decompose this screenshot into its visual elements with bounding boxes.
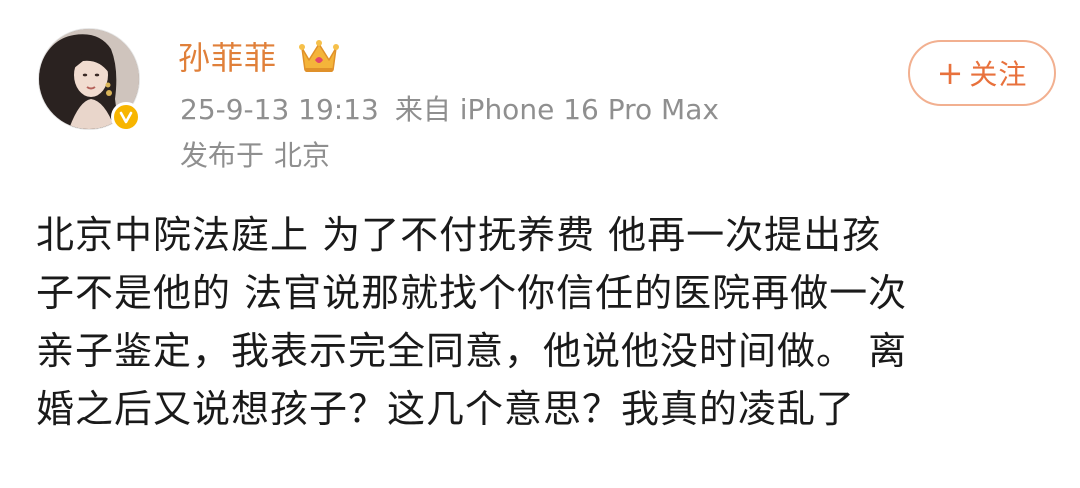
post-timestamp: 25-9-13 19:13 bbox=[180, 93, 379, 126]
crown-icon bbox=[299, 40, 339, 72]
post-text-line: 北京中院法庭上 为了不付抚养费 他再一次提出孩 bbox=[36, 213, 882, 257]
post-location: 发布于 北京 bbox=[180, 138, 340, 174]
follow-button[interactable]: + 关注 bbox=[908, 40, 1056, 106]
verified-v-icon bbox=[111, 102, 141, 132]
post-text-line: 子不是他的 法官说那就找个你信任的医院再做一次 bbox=[36, 271, 908, 315]
post-text: 北京中院法庭上 为了不付抚养费 他再一次提出孩 子不是他的 法官说那就找个你信任… bbox=[36, 206, 1056, 438]
follow-label: 关注 bbox=[969, 58, 1028, 91]
plus-icon: + bbox=[936, 54, 964, 92]
post-meta: 25-9-13 19:13 来自 iPhone 16 Pro Max bbox=[180, 92, 735, 128]
location-name: 北京 bbox=[274, 139, 331, 172]
weibo-post: 孙菲菲 25-9-13 19:13 来自 iPhone 16 Pro Max 发布… bbox=[0, 0, 1080, 488]
post-text-line: 婚之后又说想孩子？这几个意思？我真的凌乱了 bbox=[36, 387, 856, 431]
author-name[interactable]: 孙菲菲 bbox=[178, 38, 277, 78]
post-text-line: 亲子鉴定，我表示完全同意，他说他没时间做。 离 bbox=[36, 329, 908, 373]
location-prefix: 发布于 bbox=[180, 139, 265, 172]
post-source: 来自 iPhone 16 Pro Max bbox=[394, 93, 719, 126]
